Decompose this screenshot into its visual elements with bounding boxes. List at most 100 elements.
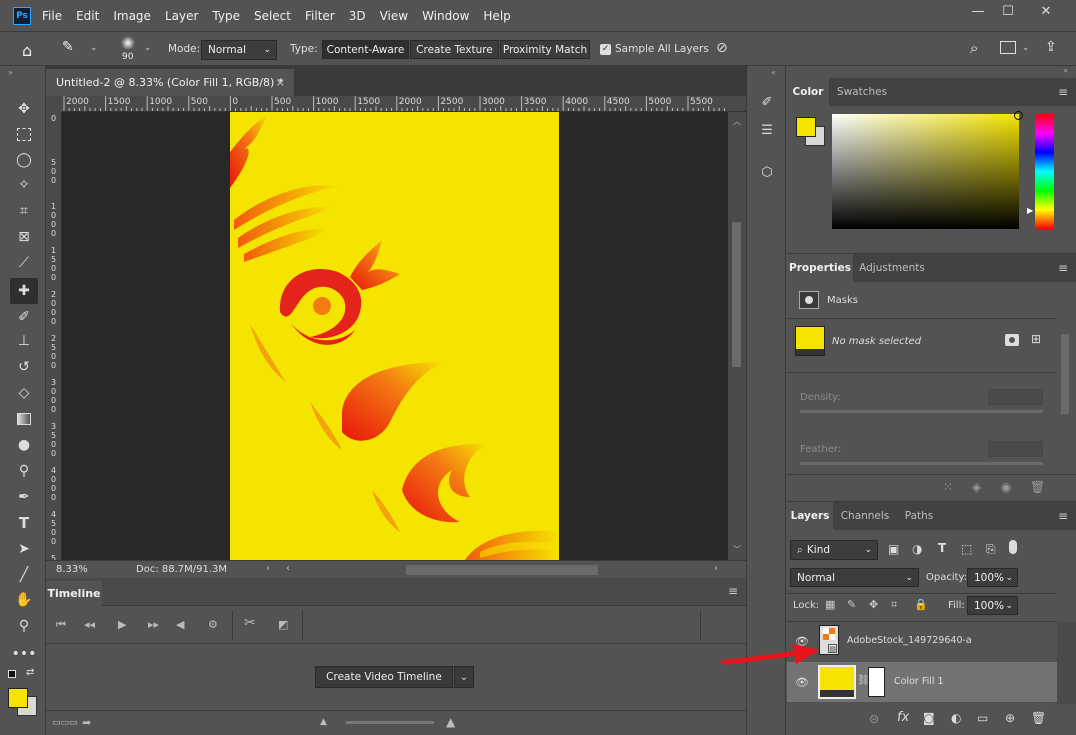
- next-frame-icon[interactable]: ▸▸: [148, 618, 159, 631]
- document-tab[interactable]: Untitled-2 @ 8.33% (Color Fill 1, RGB/8)…: [46, 69, 294, 96]
- default-colors-icon[interactable]: [8, 670, 16, 678]
- color-field[interactable]: [832, 111, 1023, 229]
- scroll-up-icon[interactable]: ︿: [733, 116, 741, 127]
- layer-row-color-fill-1[interactable]: 👁 ⛓ Color Fill 1: [787, 662, 1057, 702]
- menu-layer[interactable]: Layer: [165, 9, 198, 23]
- adjustments-sliders-icon[interactable]: ☰: [757, 120, 777, 140]
- properties-panel-menu-icon[interactable]: ≡: [1058, 261, 1068, 275]
- menu-file[interactable]: File: [42, 9, 62, 23]
- menu-3d[interactable]: 3D: [349, 9, 366, 23]
- home-icon[interactable]: ⌂: [22, 41, 32, 60]
- tab-swatches[interactable]: Swatches: [831, 78, 893, 106]
- tab-paths[interactable]: Paths: [897, 502, 941, 530]
- pressure-size-icon[interactable]: ⊘: [716, 40, 728, 56]
- eraser-tool-icon[interactable]: ◇: [13, 382, 35, 404]
- tab-layers[interactable]: Layers: [787, 502, 833, 530]
- new-adjustment-layer-icon[interactable]: ◐: [951, 711, 961, 725]
- proximity-match-button[interactable]: Proximity Match: [500, 40, 590, 59]
- link-layers-icon[interactable]: ⊝: [869, 712, 879, 726]
- timeline-menu-icon[interactable]: ≡: [728, 584, 738, 598]
- lock-transparent-icon[interactable]: ▦: [825, 598, 835, 611]
- audio-icon[interactable]: ◀: [176, 618, 184, 631]
- collapse-icon[interactable]: »: [8, 68, 13, 77]
- brush-chevron-icon[interactable]: ⌄: [144, 43, 152, 53]
- tab-color[interactable]: Color: [787, 78, 829, 106]
- content-aware-button[interactable]: Content-Aware: [322, 40, 409, 59]
- quick-selection-tool-icon[interactable]: ✧: [13, 174, 35, 196]
- blur-tool-icon[interactable]: ●: [13, 434, 35, 456]
- healing-brush-preset-icon[interactable]: ✎: [62, 39, 84, 59]
- clone-stamp-tool-icon[interactable]: ⊥: [13, 330, 35, 352]
- menu-filter[interactable]: Filter: [305, 9, 335, 23]
- layer-kind-filter[interactable]: ⌕ Kind ⌄: [790, 540, 878, 560]
- transition-icon[interactable]: ◩: [278, 618, 288, 631]
- create-video-timeline-button[interactable]: Create Video Timeline: [315, 666, 453, 688]
- layer-effects-icon[interactable]: fx: [897, 710, 909, 725]
- brush-tip-icon[interactable]: [118, 36, 138, 50]
- layer-visibility-eye-icon[interactable]: 👁: [795, 676, 809, 689]
- menu-view[interactable]: View: [380, 9, 408, 23]
- zoom-out-icon[interactable]: ▲: [320, 717, 327, 727]
- canvas-vertical-scrollbar[interactable]: ︿ ﹀: [728, 112, 746, 560]
- delete-mask-icon[interactable]: 🗑: [1030, 480, 1045, 494]
- lock-image-icon[interactable]: ✎: [847, 598, 856, 611]
- frame-animation-icon[interactable]: ▭▭▭: [52, 718, 78, 728]
- workspace-chevron-icon[interactable]: ⌄: [1022, 43, 1030, 53]
- timeline-tab[interactable]: Timeline: [46, 581, 102, 606]
- filter-shape-icon[interactable]: ⬚: [961, 542, 972, 556]
- layers-scrollbar[interactable]: [1057, 622, 1076, 704]
- lock-position-icon[interactable]: ✥: [869, 598, 878, 611]
- hand-tool-icon[interactable]: ✋: [13, 589, 35, 611]
- layers-panel-menu-icon[interactable]: ≡: [1058, 509, 1068, 523]
- layer-name[interactable]: AdobeStock_149729640-a: [847, 635, 972, 646]
- chevron-down-icon[interactable]: ⌄: [90, 43, 98, 53]
- workspace-icon[interactable]: [1000, 41, 1016, 54]
- lasso-tool-icon[interactable]: ◯: [13, 149, 35, 171]
- crop-tool-icon[interactable]: ⌗: [13, 200, 35, 222]
- lock-artboard-icon[interactable]: ⌗: [891, 598, 897, 612]
- history-brush-tool-icon[interactable]: ↺: [13, 356, 35, 378]
- density-input[interactable]: [988, 389, 1043, 405]
- type-tool-icon[interactable]: T: [13, 512, 35, 534]
- menu-type[interactable]: Type: [212, 9, 240, 23]
- menu-select[interactable]: Select: [254, 9, 291, 23]
- hue-slider-marker[interactable]: ▶: [1027, 206, 1033, 215]
- render-video-icon[interactable]: ➦: [82, 716, 91, 729]
- spot-healing-brush-tool-icon[interactable]: ✚: [10, 278, 38, 304]
- blend-mode-select[interactable]: Normal ⌄: [790, 568, 919, 587]
- properties-scroll-thumb[interactable]: [1061, 334, 1069, 414]
- filter-adjustment-icon[interactable]: ◑: [912, 542, 922, 556]
- filter-toggle-switch[interactable]: [1009, 540, 1017, 554]
- 3d-cube-icon[interactable]: ⬡: [757, 162, 777, 182]
- collapse-right-icon[interactable]: »: [1063, 66, 1068, 75]
- lock-all-icon[interactable]: 🔒: [914, 598, 928, 611]
- hue-slider[interactable]: [1035, 114, 1054, 229]
- share-icon[interactable]: ⇪: [1045, 39, 1057, 55]
- properties-scrollbar[interactable]: [1059, 284, 1071, 474]
- settings-gear-icon[interactable]: ⚙: [208, 618, 218, 631]
- close-button[interactable]: ✕: [1028, 0, 1064, 22]
- feather-slider[interactable]: [800, 462, 1043, 465]
- document-close-icon[interactable]: ×: [276, 76, 285, 89]
- feather-input[interactable]: [988, 441, 1043, 457]
- horizontal-scroll-thumb[interactable]: [406, 565, 598, 575]
- mode-select[interactable]: Normal ⌄: [201, 40, 277, 60]
- layer-mask-thumbnail[interactable]: [868, 667, 885, 697]
- line-tool-icon[interactable]: ╱: [13, 564, 35, 586]
- search-icon[interactable]: ⌕: [970, 39, 978, 57]
- first-frame-icon[interactable]: ⏮: [56, 618, 66, 632]
- menu-help[interactable]: Help: [483, 9, 510, 23]
- expand-panels-icon[interactable]: «: [771, 68, 776, 77]
- load-selection-icon[interactable]: ⁙: [943, 480, 953, 494]
- scroll-down-icon[interactable]: ﹀: [733, 544, 741, 555]
- delete-layer-icon[interactable]: 🗑: [1031, 711, 1046, 725]
- split-scissors-icon[interactable]: ✂: [244, 615, 256, 631]
- path-selection-tool-icon[interactable]: ➤: [13, 538, 35, 560]
- filter-smart-object-icon[interactable]: ⎘: [986, 542, 996, 557]
- menu-edit[interactable]: Edit: [76, 9, 99, 23]
- move-tool-icon[interactable]: ✥: [13, 98, 35, 120]
- new-group-icon[interactable]: ▭: [977, 711, 988, 725]
- menu-window[interactable]: Window: [422, 9, 469, 23]
- vertical-scroll-thumb[interactable]: [732, 222, 741, 367]
- dodge-tool-icon[interactable]: ⚲: [13, 460, 35, 482]
